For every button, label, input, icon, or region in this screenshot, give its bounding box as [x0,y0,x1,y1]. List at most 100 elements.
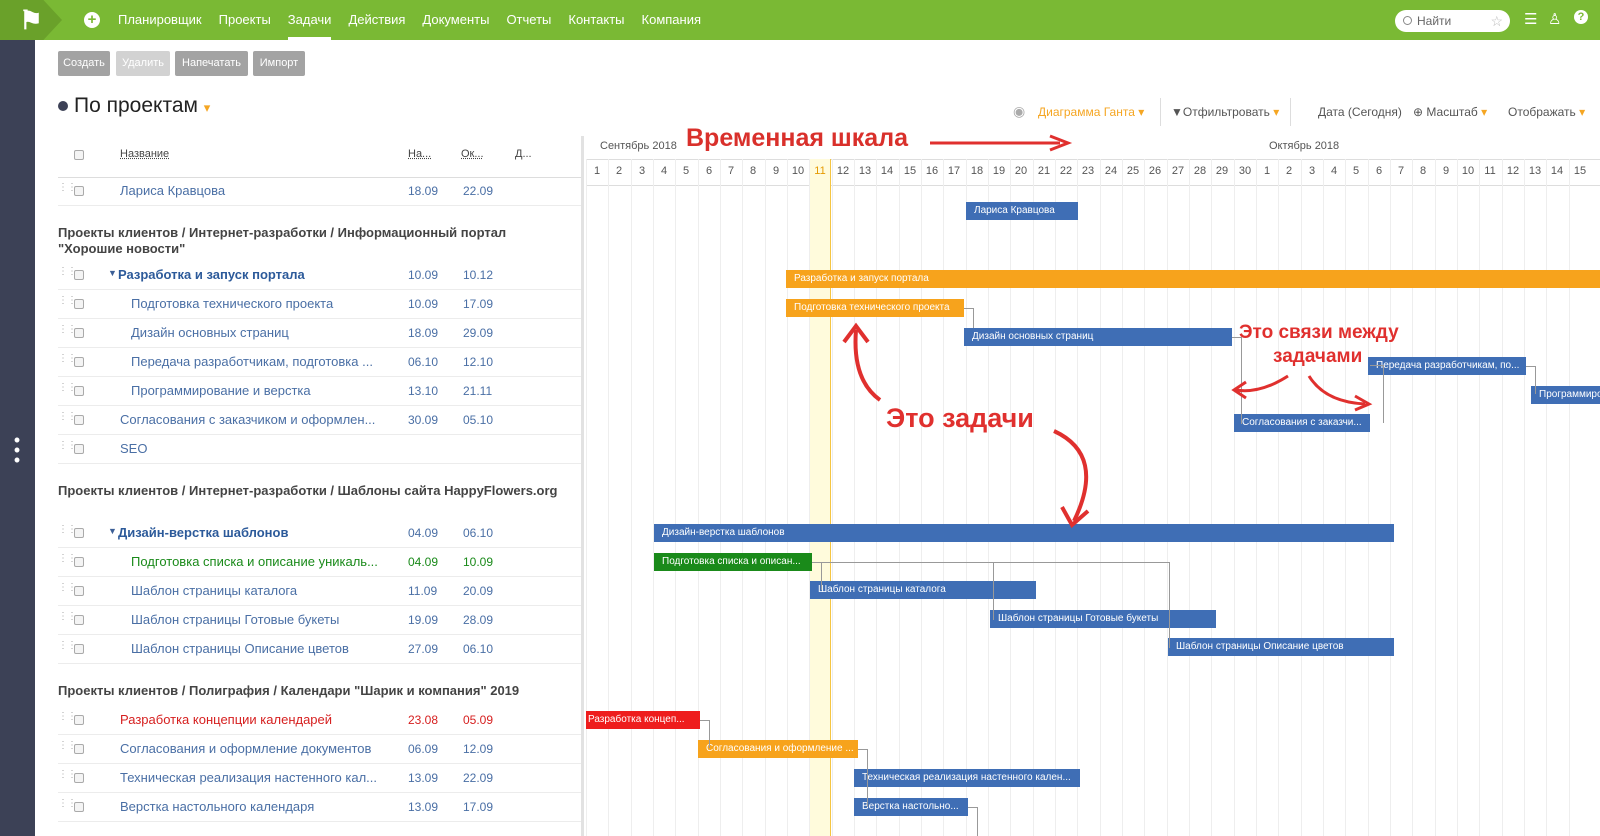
drag-handle-icon[interactable]: ⋮⋮ [58,325,77,340]
row-checkbox[interactable] [74,299,84,309]
task-row[interactable]: ⋮⋮ Согласования с заказчиком и оформлен..… [58,407,581,435]
gantt-task-bar[interactable]: Подготовка технического проекта [786,299,964,317]
logo-flag-icon[interactable]: ⚑ [0,0,62,40]
drag-handle-icon[interactable]: ⋮⋮ [58,770,77,785]
date-today-button[interactable]: Дата (Сегодня) [1318,105,1402,119]
task-name[interactable]: Шаблон страницы Готовые букеты [131,612,339,627]
create-button[interactable]: Создать [58,51,110,76]
import-button[interactable]: Импорт [253,51,305,76]
drag-handle-icon[interactable]: ⋮⋮ [58,354,77,369]
gantt-task-bar[interactable]: Шаблон страницы Описание цветов [1168,638,1394,656]
col-name[interactable]: Название [120,148,169,160]
task-name[interactable]: Подготовка списка и описание уникаль... [131,554,378,569]
delete-button[interactable]: Удалить [116,51,170,76]
row-checkbox[interactable] [74,615,84,625]
gantt-task-bar[interactable]: Верстка настольно... [854,798,968,816]
drag-handle-icon[interactable]: ⋮⋮ [58,267,77,282]
row-checkbox[interactable] [74,744,84,754]
row-checkbox[interactable] [74,773,84,783]
group-title[interactable]: Проекты клиентов / Полиграфия / Календар… [58,683,568,699]
task-row[interactable]: ⋮⋮ Подготовка списка и описание уникаль..… [58,549,581,577]
drag-handle-icon[interactable]: ⋮⋮ [58,612,77,627]
collapse-triangle-icon[interactable]: ▼ [108,268,117,278]
search-input[interactable]: Найти ☆ [1395,10,1510,32]
display-dropdown[interactable]: Отображать ▾ [1508,105,1585,119]
chevron-down-icon[interactable]: ▾ [204,100,211,115]
task-name[interactable]: Дизайн основных страниц [131,325,289,340]
row-checkbox[interactable] [74,557,84,567]
nav-reports[interactable]: Отчеты [506,0,551,40]
row-checkbox[interactable] [74,186,84,196]
task-name[interactable]: Лариса Кравцова [120,183,225,198]
task-row[interactable]: ⋮⋮ Передача разработчикам, подготовка ...… [58,349,581,377]
task-name[interactable]: Программирование и верстка [131,383,311,398]
nav-documents[interactable]: Документы [422,0,489,40]
nav-contacts[interactable]: Контакты [568,0,624,40]
row-checkbox[interactable] [74,586,84,596]
page-title[interactable]: По проектам ▾ [58,94,210,118]
drag-handle-icon[interactable]: ⋮⋮ [58,525,77,540]
row-checkbox[interactable] [74,715,84,725]
drag-handle-icon[interactable]: ⋮⋮ [58,799,77,814]
task-name[interactable]: Передача разработчикам, подготовка ... [131,354,373,369]
group-title[interactable]: Проекты клиентов / Интернет-разработки /… [58,225,568,257]
drag-handle-icon[interactable]: ⋮⋮ [58,183,77,198]
task-row[interactable]: ⋮⋮ Техническая реализация настенного кал.… [58,765,581,793]
task-name[interactable]: Шаблон страницы Описание цветов [131,641,349,656]
nav-company[interactable]: Компания [642,0,702,40]
task-row[interactable]: ⋮⋮ Разработка концепции календарей 23.08 05… [58,707,581,735]
task-row[interactable]: ⋮⋮ ▼ Разработка и запуск портала 10.09 10.12 [58,262,581,290]
task-name[interactable]: Техническая реализация настенного кал... [120,770,377,785]
row-checkbox[interactable] [74,386,84,396]
task-name[interactable]: SEO [120,441,147,456]
task-name[interactable]: Разработка и запуск портала [118,267,305,282]
task-row[interactable]: ⋮⋮ Шаблон страницы Описание цветов 27.09 06… [58,636,581,664]
task-row[interactable]: ⋮⋮ Лариса Кравцова 18.09 22.09 [58,178,581,206]
col-start[interactable]: На... [408,148,431,160]
rocket-icon[interactable]: ♙ [1548,10,1561,28]
gantt-task-bar[interactable]: Разработка и запуск портала [786,270,1600,288]
col-d[interactable]: Д... [515,148,532,160]
col-end[interactable]: Ок... [461,148,484,160]
drag-handle-icon[interactable]: ⋮⋮ [58,441,77,456]
help-icon[interactable]: ? [1574,10,1588,24]
filter-dropdown[interactable]: ▼Отфильтровать ▾ [1171,105,1279,119]
task-name[interactable]: Дизайн-верстка шаблонов [118,525,288,540]
task-name[interactable]: Разработка концепции календарей [120,712,332,727]
nav-planner[interactable]: Планировщик [118,0,202,40]
task-name[interactable]: Шаблон страницы каталога [131,583,297,598]
row-checkbox[interactable] [74,357,84,367]
task-row[interactable]: ⋮⋮ ▼ Дизайн-верстка шаблонов 04.09 06.10 [58,520,581,548]
drag-handle-icon[interactable]: ⋮⋮ [58,583,77,598]
drag-handle-icon[interactable]: ⋮⋮ [58,641,77,656]
task-row[interactable]: ⋮⋮ Согласования и оформление документов 06… [58,736,581,764]
gantt-task-bar[interactable]: Техническая реализация настенного кален.… [854,769,1080,787]
row-checkbox[interactable] [74,328,84,338]
task-name[interactable]: Верстка настольного календаря [120,799,314,814]
pane-splitter[interactable] [581,136,584,836]
drag-handle-icon[interactable]: ⋮⋮ [58,412,77,427]
drag-handle-icon[interactable]: ⋮⋮ [58,383,77,398]
nav-tasks[interactable]: Задачи [287,0,332,40]
gantt-view-dropdown[interactable]: Диаграмма Ганта ▾ [1038,105,1144,119]
gantt-task-bar[interactable]: Дизайн-верстка шаблонов [654,524,1394,542]
row-checkbox[interactable] [74,415,84,425]
task-name[interactable]: Согласования и оформление документов [120,741,371,756]
task-name[interactable]: Согласования с заказчиком и оформлен... [120,412,375,427]
drag-handle-icon[interactable]: ⋮⋮ [58,296,77,311]
menu-icon[interactable]: ☰ [1524,10,1537,28]
task-name[interactable]: Подготовка технического проекта [131,296,333,311]
drag-handle-icon[interactable]: ⋮⋮ [58,554,77,569]
gantt-task-bar[interactable]: Дизайн основных страниц [964,328,1232,346]
gantt-task-bar[interactable]: Разработка концеп... [586,711,700,729]
nav-projects[interactable]: Проекты [219,0,271,40]
print-button[interactable]: Напечатать [175,51,248,76]
task-row[interactable]: ⋮⋮ Шаблон страницы каталога 11.09 20.09 [58,578,581,606]
star-icon[interactable]: ☆ [1490,10,1503,32]
group-title[interactable]: Проекты клиентов / Интернет-разработки /… [58,483,568,499]
task-row[interactable]: ⋮⋮ SEO [58,436,581,464]
gantt-task-bar[interactable]: Согласования и оформление ... [698,740,858,758]
task-row[interactable]: ⋮⋮ Программирование и верстка 13.10 21.11 [58,378,581,406]
row-checkbox[interactable] [74,528,84,538]
more-icon[interactable]: • • • [12,431,22,469]
